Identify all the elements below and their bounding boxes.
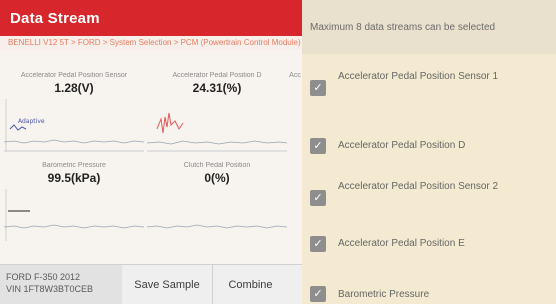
- stream-label: Barometric Pressure: [42, 162, 106, 169]
- stream-graph: [4, 189, 144, 241]
- stream-cell-accel-sensor-1[interactable]: Accelerator Pedal Position Sensor 1.28(V…: [4, 72, 144, 160]
- stream-option[interactable]: ✓ Accelerator Pedal Position D: [302, 118, 556, 176]
- graph-legend: Adaptive: [18, 118, 45, 125]
- bottom-toolbar: FORD F-350 2012 VIN 1FT8W3BT0CEB Save Sa…: [0, 264, 302, 304]
- app-header: Data Stream: [0, 0, 302, 36]
- stream-cell-accel-pedal-d[interactable]: Accelerator Pedal Position D 24.31(%): [147, 72, 287, 160]
- stream-cell-clutch[interactable]: Clutch Pedal Position 0(%): [147, 162, 287, 250]
- stream-option-label: Accelerator Pedal Position D: [338, 140, 466, 151]
- checkbox-checked-icon[interactable]: ✓: [310, 80, 326, 96]
- checkbox-checked-icon[interactable]: ✓: [310, 286, 326, 302]
- stream-option-label: Accelerator Pedal Position Sensor 1: [338, 71, 499, 82]
- stream-cell-partial[interactable]: Acc: [288, 72, 302, 160]
- stream-option[interactable]: ✓ Accelerator Pedal Position E: [302, 228, 556, 286]
- stream-graph: [147, 112, 287, 152]
- stream-option[interactable]: ✓ Barometric Pressure: [302, 282, 556, 304]
- stream-option-label: Barometric Pressure: [338, 289, 430, 300]
- vehicle-vin: VIN 1FT8W3BT0CEB: [6, 283, 94, 294]
- stream-option[interactable]: ✓ Accelerator Pedal Position Sensor 2: [302, 176, 556, 234]
- save-sample-button[interactable]: Save Sample: [122, 265, 212, 304]
- vehicle-info: FORD F-350 2012 VIN 1FT8W3BT0CEB: [0, 264, 122, 304]
- stream-selection-panel: Maximum 8 data streams can be selected ✓…: [302, 0, 556, 304]
- vehicle-model: FORD F-350 2012: [6, 271, 81, 282]
- stream-label: Accelerator Pedal Position D: [172, 72, 262, 79]
- page-title: Data Stream: [10, 9, 100, 27]
- stream-cell-barometric[interactable]: Barometric Pressure 99.5(kPa): [4, 162, 144, 250]
- stream-value: 1.28(V): [54, 81, 94, 95]
- app-window: Data Stream BENELLI V12 5T > FORD > Syst…: [0, 0, 556, 304]
- checkbox-checked-icon[interactable]: ✓: [310, 190, 326, 206]
- stream-value: 0(%): [204, 171, 230, 185]
- stream-label: Acc: [289, 72, 301, 79]
- breadcrumb: BENELLI V12 5T > FORD > System Selection…: [0, 36, 302, 50]
- stream-option-label: Accelerator Pedal Position Sensor 2: [338, 181, 499, 192]
- stream-graph: [147, 224, 287, 229]
- checkbox-checked-icon[interactable]: ✓: [310, 138, 326, 154]
- combine-button[interactable]: Combine: [212, 264, 288, 304]
- stream-option[interactable]: ✓ Accelerator Pedal Position Sensor 1: [302, 60, 556, 118]
- checkbox-checked-icon[interactable]: ✓: [310, 236, 326, 252]
- stream-value: 99.5(kPa): [47, 171, 101, 185]
- selection-limit-notice: Maximum 8 data streams can be selected: [302, 0, 556, 54]
- stream-option-label: Accelerator Pedal Position E: [338, 238, 465, 249]
- stream-graph: Adaptive: [4, 99, 144, 152]
- stream-label: Accelerator Pedal Position Sensor: [20, 72, 128, 79]
- stream-label: Clutch Pedal Position: [183, 162, 251, 169]
- data-stream-screen: Data Stream BENELLI V12 5T > FORD > Syst…: [0, 0, 302, 304]
- stream-value: 24.31(%): [192, 81, 242, 95]
